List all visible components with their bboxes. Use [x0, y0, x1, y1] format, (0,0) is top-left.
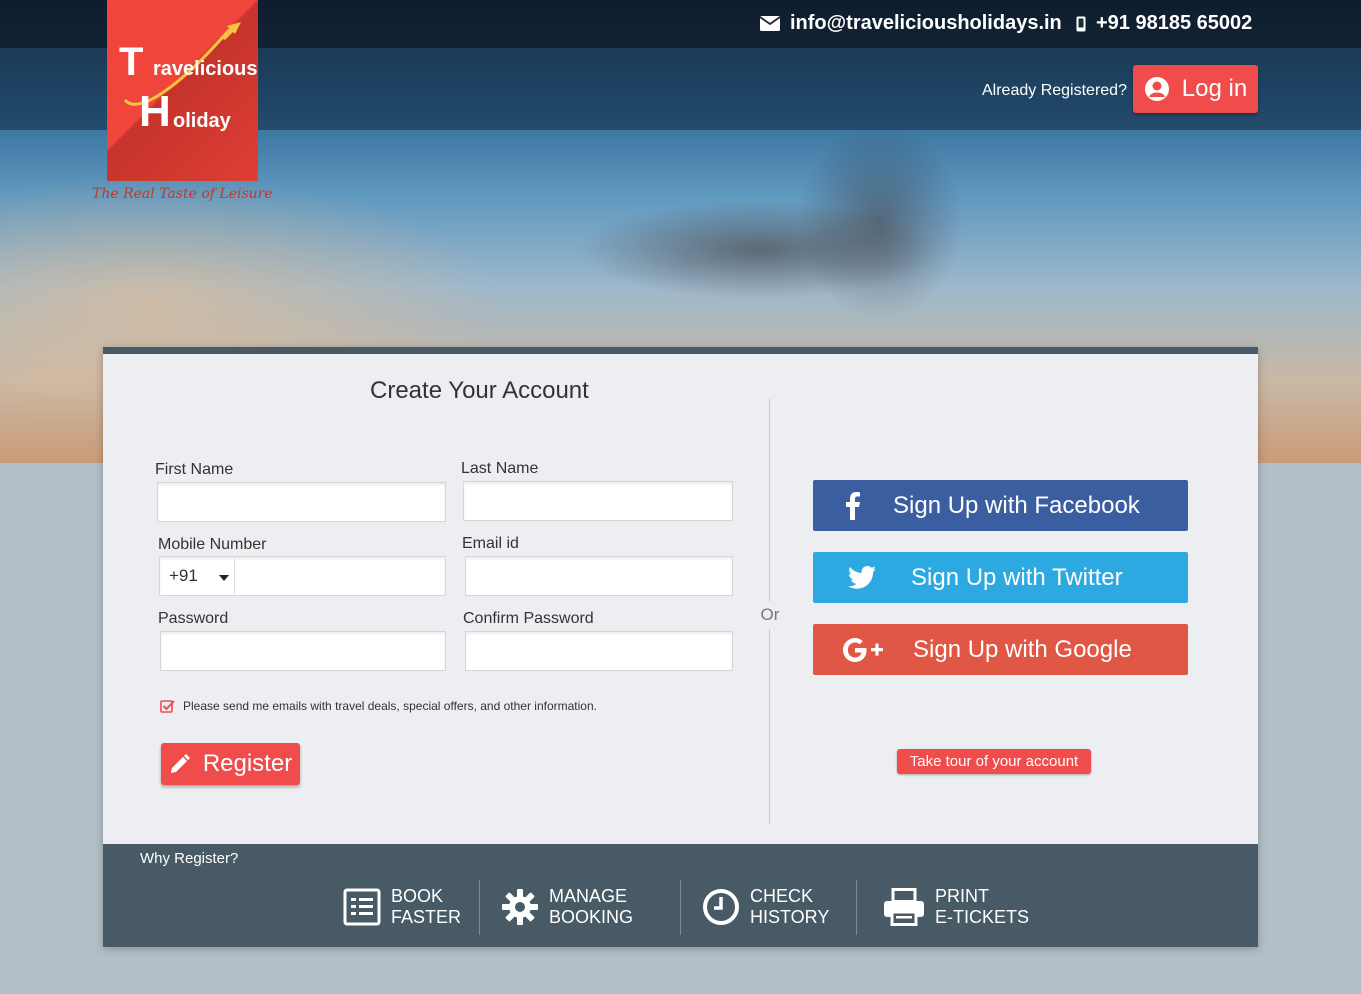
already-registered-text: Already Registered?: [982, 82, 1127, 99]
logo-tagline: The Real Taste of Leisure: [92, 186, 273, 202]
mobile-number-label: Mobile Number: [158, 536, 267, 553]
logo-initial-h: H: [139, 87, 171, 136]
logo-word-1: ravelicious: [153, 58, 258, 80]
gear-icon: [502, 889, 538, 925]
form-title: Create Your Account: [370, 377, 589, 404]
login-label: Log in: [1181, 75, 1248, 102]
envelope-icon: [760, 16, 780, 31]
email-input[interactable]: [465, 556, 733, 596]
mobile-number-field[interactable]: +91: [159, 556, 446, 596]
feature-manage-booking: MANAGE BOOKING: [501, 886, 633, 928]
register-label: Register: [202, 750, 293, 777]
twitter-bird-icon: [813, 566, 911, 589]
feature-separator: [479, 880, 480, 935]
feature-3-line2: HISTORY: [750, 907, 830, 927]
google-signup-button[interactable]: Sign Up with Google: [813, 624, 1188, 675]
facebook-signup-label: Sign Up with Facebook: [893, 491, 1140, 519]
first-name-input[interactable]: [157, 482, 446, 522]
card-top-border: [103, 347, 1258, 354]
pencil-icon: [170, 754, 190, 773]
email-contact[interactable]: info@traveliciousholidays.in: [760, 12, 1062, 35]
checklist-icon: [343, 888, 381, 926]
logo-word-2: oliday: [173, 110, 231, 132]
facebook-icon: [813, 491, 893, 520]
feature-1-line1: BOOK: [391, 886, 444, 906]
feature-separator: [680, 880, 681, 935]
google-plus-icon: [813, 637, 913, 663]
phone-text: +91 98185 65002: [1096, 12, 1253, 34]
why-register-band: Why Register? BOOK FASTER MANAGE BOOKING…: [103, 844, 1258, 947]
clock-icon: [703, 889, 739, 925]
confirm-password-label: Confirm Password: [463, 610, 594, 627]
why-register-title: Why Register?: [140, 850, 239, 867]
twitter-signup-label: Sign Up with Twitter: [911, 563, 1123, 591]
user-circle-icon: [1144, 77, 1169, 101]
logo-initial-t: T: [119, 40, 144, 84]
last-name-label: Last Name: [461, 460, 539, 477]
password-label: Password: [158, 610, 229, 627]
first-name-label: First Name: [155, 461, 234, 478]
chevron-down-icon: [219, 575, 229, 581]
feature-1-line2: FASTER: [391, 907, 462, 927]
or-separator: Or: [755, 601, 785, 629]
facebook-signup-button[interactable]: Sign Up with Facebook: [813, 480, 1188, 531]
register-button[interactable]: Register: [161, 743, 300, 785]
feature-3-line1: CHECK: [750, 886, 814, 906]
brand-logo[interactable]: T ravelicious H oliday: [107, 0, 258, 181]
twitter-signup-button[interactable]: Sign Up with Twitter: [813, 552, 1188, 603]
email-label: Email id: [462, 535, 519, 552]
feature-check-history: CHECK HISTORY: [702, 886, 829, 928]
registration-card: Create Your Account First Name Last Name…: [103, 347, 1258, 947]
feature-2-line2: BOOKING: [549, 907, 634, 927]
take-tour-button[interactable]: Take tour of your account: [897, 749, 1091, 774]
login-button[interactable]: Log in: [1133, 65, 1258, 113]
email-text: info@traveliciousholidays.in: [790, 12, 1062, 34]
phone-contact[interactable]: +91 98185 65002: [1076, 12, 1252, 35]
checkbox-checked-icon[interactable]: [160, 699, 175, 713]
password-input[interactable]: [160, 631, 446, 671]
feature-print-etickets: PRINT E-TICKETS: [883, 886, 1029, 928]
feature-2-line1: MANAGE: [549, 886, 628, 906]
printer-icon: [884, 888, 924, 926]
confirm-password-input[interactable]: [465, 631, 733, 671]
feature-book-faster: BOOK FASTER: [343, 886, 461, 928]
consent-text: Please send me emails with travel deals,…: [183, 699, 597, 713]
country-code-select[interactable]: +91: [161, 558, 235, 594]
consent-row: Please send me emails with travel deals,…: [160, 699, 597, 713]
feature-4-line1: PRINT: [935, 886, 989, 906]
mobile-phone-icon: [1076, 16, 1086, 31]
country-code-value: +91: [169, 566, 198, 585]
last-name-input[interactable]: [463, 481, 733, 521]
feature-4-line2: E-TICKETS: [935, 907, 1030, 927]
google-signup-label: Sign Up with Google: [913, 635, 1132, 663]
feature-separator: [856, 880, 857, 935]
